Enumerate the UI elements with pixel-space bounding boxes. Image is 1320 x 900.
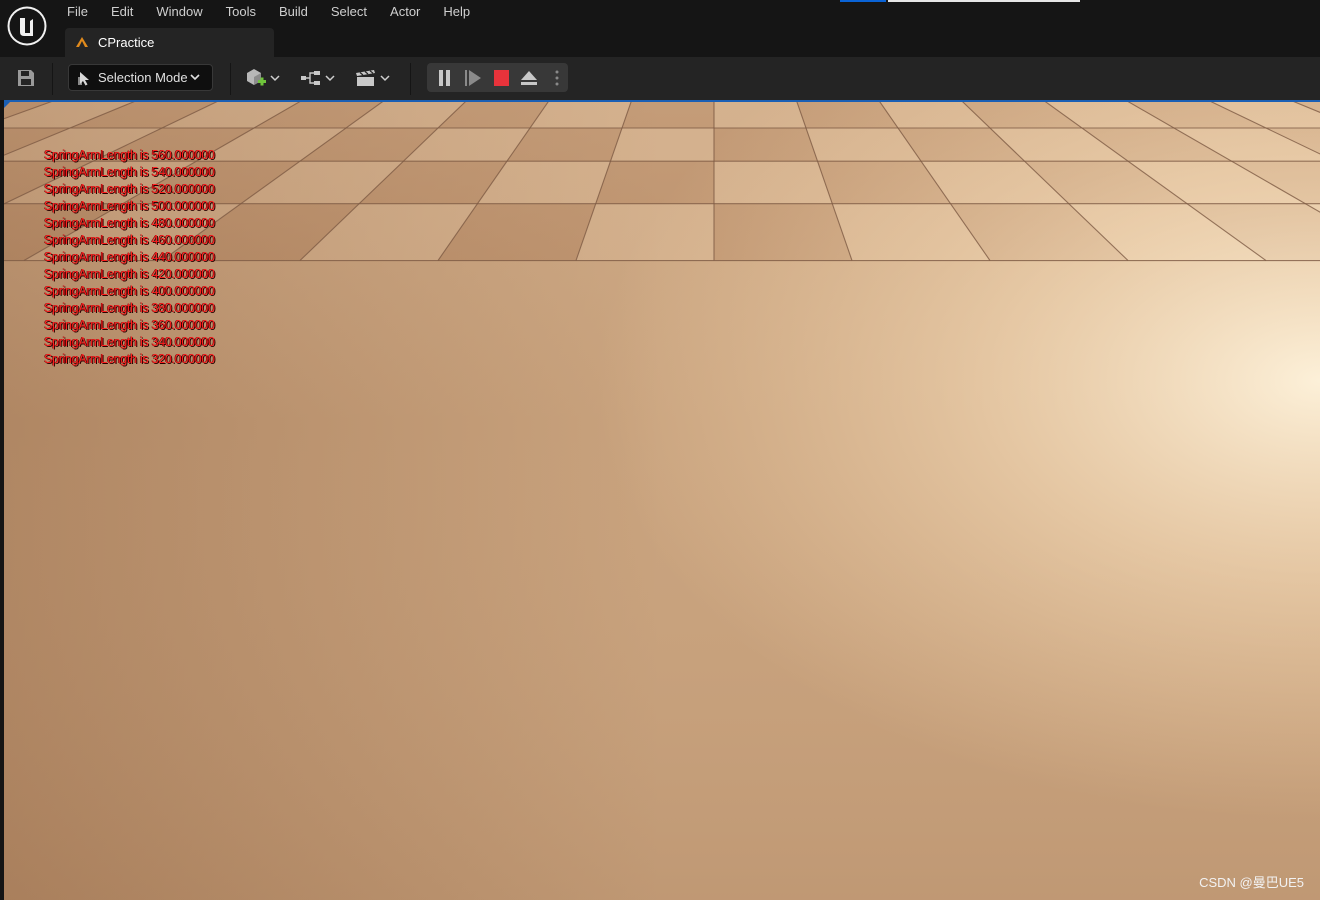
menu-help[interactable]: Help [432, 0, 482, 24]
chevron-down-icon [270, 75, 280, 82]
clapperboard-icon [356, 70, 375, 86]
toolbar-divider [410, 63, 411, 95]
blueprint-button[interactable] [300, 70, 335, 86]
menu-edit[interactable]: Edit [100, 0, 145, 24]
debug-log-overlay: SpringArmLength is 560.000000 SpringArmLe… [44, 147, 215, 368]
menu-actor[interactable]: Actor [379, 0, 432, 24]
chevron-down-icon [325, 75, 335, 82]
save-icon[interactable] [17, 69, 35, 87]
log-line: SpringArmLength is 340.000000 [44, 335, 215, 349]
pause-icon[interactable] [438, 70, 452, 86]
loading-progress-bar [840, 0, 1080, 2]
title-bar: File Edit Window Tools Build Select Acto… [0, 0, 1320, 57]
add-actor-button[interactable] [245, 68, 280, 88]
menu-file[interactable]: File [56, 0, 100, 24]
menu-window[interactable]: Window [145, 0, 214, 24]
chevron-down-icon [380, 75, 390, 82]
play-controls [427, 63, 568, 92]
menu-tools[interactable]: Tools [215, 0, 268, 24]
log-line: SpringArmLength is 540.000000 [44, 165, 215, 179]
log-line: SpringArmLength is 500.000000 [44, 199, 215, 213]
log-line: SpringArmLength is 380.000000 [44, 301, 215, 315]
selection-mode-dropdown[interactable]: Selection Mode [68, 64, 213, 91]
cursor-select-icon [78, 72, 89, 86]
menu-select[interactable]: Select [320, 0, 379, 24]
more-options-icon[interactable] [555, 70, 559, 86]
log-line: SpringArmLength is 400.000000 [44, 284, 215, 298]
unreal-logo-icon[interactable] [6, 5, 48, 47]
frame-skip-icon[interactable] [465, 70, 483, 86]
toolbar-divider [52, 63, 53, 95]
blueprint-icon [301, 71, 320, 85]
cinematics-button[interactable] [355, 69, 390, 87]
log-line: SpringArmLength is 480.000000 [44, 216, 215, 230]
level-tab-label: CPractice [98, 35, 155, 50]
menu-build[interactable]: Build [268, 0, 320, 24]
main-toolbar: Selection Mode [0, 57, 1320, 100]
level-map-icon [76, 37, 88, 47]
log-line: SpringArmLength is 560.000000 [44, 148, 215, 162]
viewport-focus-border [4, 100, 1320, 102]
log-line: SpringArmLength is 520.000000 [44, 182, 215, 196]
log-line: SpringArmLength is 320.000000 [44, 352, 215, 366]
eject-icon[interactable] [520, 70, 538, 86]
level-tab[interactable]: CPractice [65, 28, 274, 57]
log-line: SpringArmLength is 360.000000 [44, 318, 215, 332]
stop-icon[interactable] [494, 70, 509, 86]
watermark: CSDN @曼巴UE5 [1199, 875, 1304, 890]
selection-mode-label: Selection Mode [98, 70, 188, 85]
log-line: SpringArmLength is 440.000000 [44, 250, 215, 264]
chevron-down-icon [190, 74, 200, 81]
log-line: SpringArmLength is 420.000000 [44, 267, 215, 281]
toolbar-divider [230, 63, 231, 95]
log-line: SpringArmLength is 460.000000 [44, 233, 215, 247]
menu-bar: File Edit Window Tools Build Select Acto… [56, 0, 482, 24]
add-actor-icon [247, 69, 266, 86]
level-viewport[interactable]: SpringArmLength is 560.000000 SpringArmLe… [4, 101, 1320, 900]
